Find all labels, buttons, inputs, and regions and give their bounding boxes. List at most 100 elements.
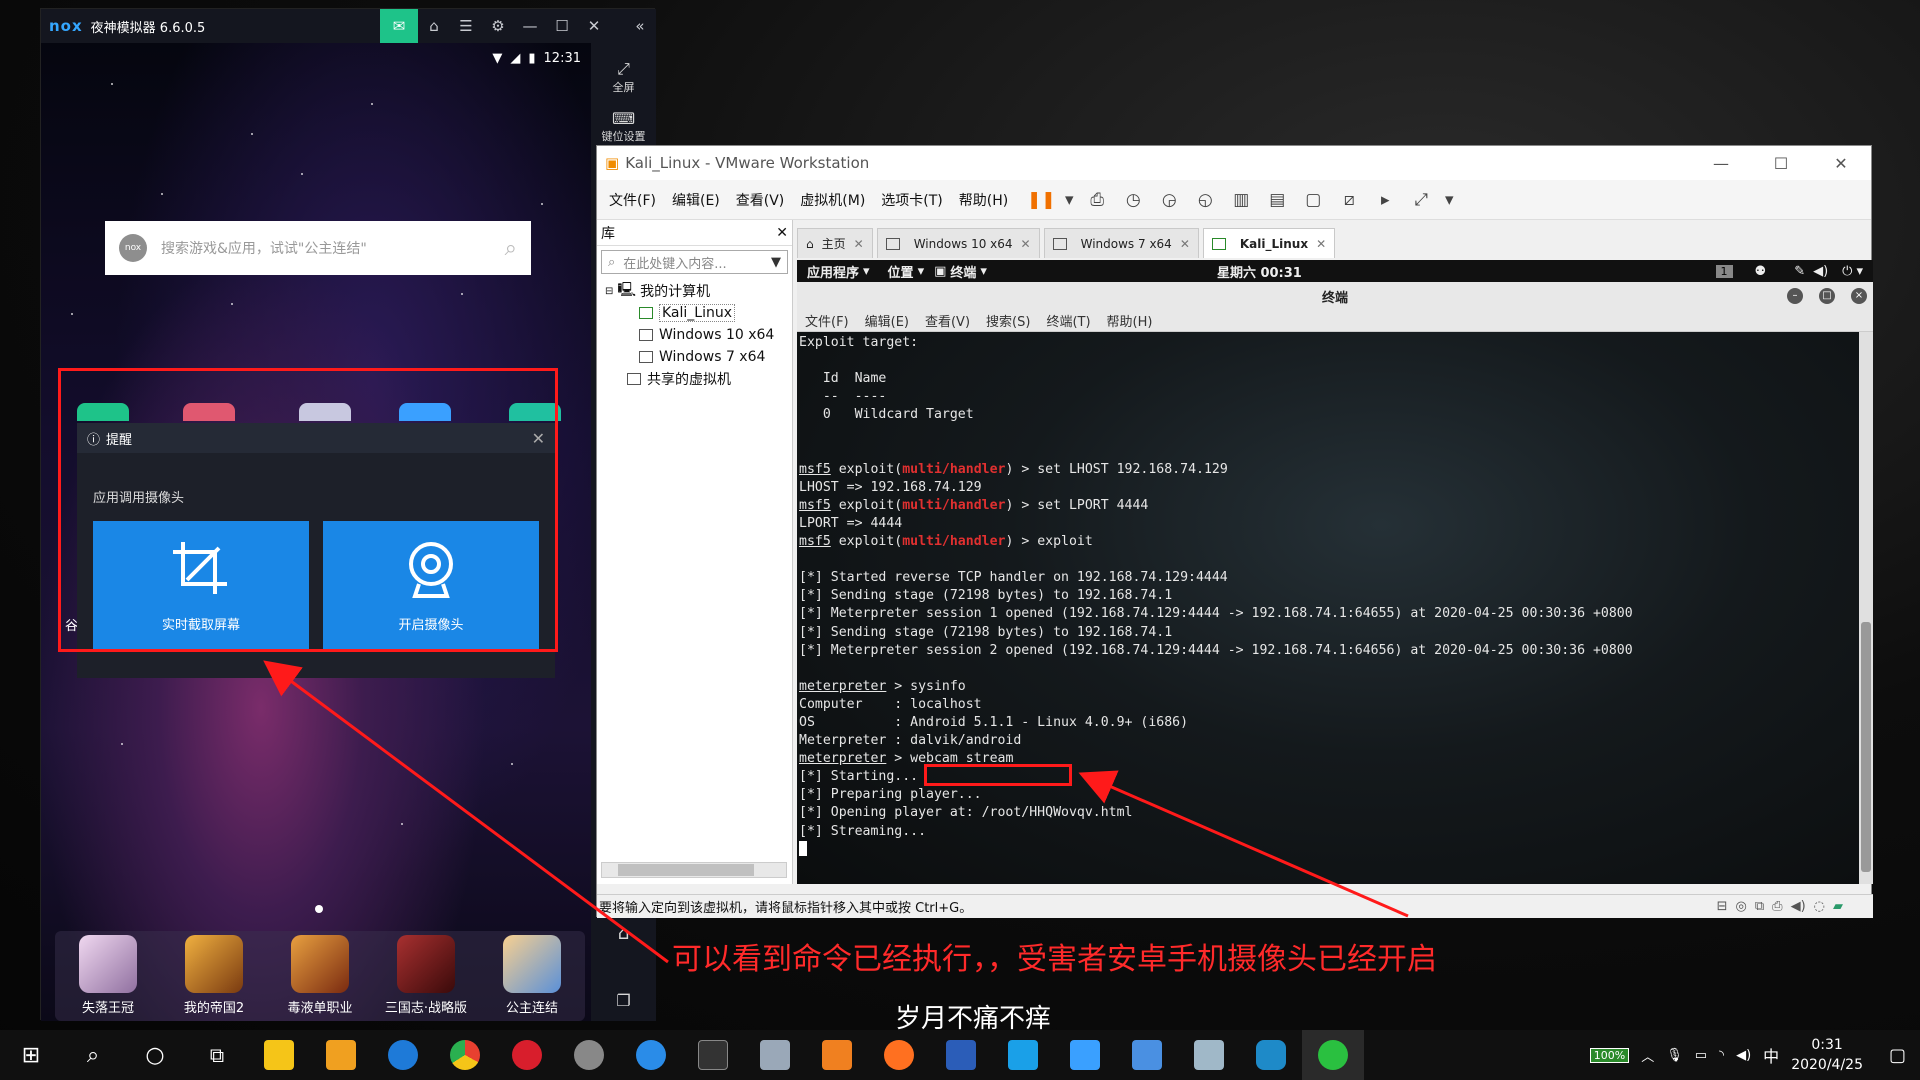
- unity-icon[interactable]: ⧄: [1334, 185, 1364, 215]
- tree-vm-kali[interactable]: Kali_Linux: [597, 302, 792, 324]
- fullscreen-icon[interactable]: ⤢: [1406, 185, 1436, 215]
- tab-kali-linux[interactable]: Kali_Linux ✕: [1202, 228, 1336, 258]
- menu-view[interactable]: 查看(V): [728, 190, 793, 210]
- tree-vm-win10[interactable]: Windows 10 x64: [597, 324, 792, 346]
- collapse-sidebar-icon[interactable]: «: [624, 9, 656, 43]
- applications-menu[interactable]: 应用程序: [807, 262, 859, 281]
- app-search-bar[interactable]: nox 搜索游戏&应用，试试"公主连结" ⌕: [105, 221, 531, 275]
- chevron-up-icon[interactable]: ︿: [1641, 1046, 1654, 1065]
- mail-icon[interactable]: ✉: [380, 9, 418, 43]
- start-button[interactable]: ⊞: [0, 1030, 62, 1080]
- minimize-icon[interactable]: –: [1787, 288, 1803, 304]
- pause-icon[interactable]: ❚❚: [1026, 185, 1056, 215]
- menu-edit[interactable]: 编辑(E): [664, 190, 728, 210]
- shirt-icon[interactable]: ⌂: [418, 9, 450, 43]
- sound-icon[interactable]: ◀): [1791, 899, 1806, 914]
- console-icon[interactable]: ▸: [1370, 185, 1400, 215]
- tree-shared-vms[interactable]: 共享的虚拟机: [597, 368, 792, 390]
- edge-icon[interactable]: [372, 1030, 434, 1080]
- terminal-output[interactable]: Exploit target: Id Name -- ---- 0 Wildca…: [797, 332, 1859, 884]
- places-menu[interactable]: 位置: [888, 262, 914, 281]
- usb-icon[interactable]: ◌: [1814, 899, 1825, 914]
- gnome-clock[interactable]: 星期六 00:31: [1217, 262, 1302, 281]
- close-icon[interactable]: ×: [1851, 288, 1867, 304]
- thumbnail-icon[interactable]: ▤: [1262, 185, 1292, 215]
- maximize-icon[interactable]: □: [1819, 288, 1835, 304]
- fullscreen-button[interactable]: ⤢ 全屏: [591, 59, 656, 95]
- file-explorer-icon[interactable]: [248, 1030, 310, 1080]
- maximize-icon[interactable]: ☐: [546, 9, 578, 43]
- dock-app[interactable]: 失落王冠: [58, 935, 158, 1016]
- tab-windows10[interactable]: Windows 10 x64 ✕: [876, 228, 1040, 258]
- dock-app[interactable]: 公主连结: [482, 935, 582, 1016]
- dropdown-icon[interactable]: ▾: [1442, 185, 1456, 215]
- library-toggle-icon[interactable]: ▥: [1226, 185, 1256, 215]
- tab-home[interactable]: ⌂ 主页 ✕: [797, 228, 873, 258]
- library-search-input[interactable]: ⌕ 在此处键入内容... ▼: [601, 250, 788, 274]
- battery-icon[interactable]: 100%: [1589, 1047, 1630, 1063]
- battery-status-icon[interactable]: ▭: [1695, 1048, 1707, 1063]
- send-keys-icon[interactable]: ⎙: [1082, 185, 1112, 215]
- firefox-icon[interactable]: [868, 1030, 930, 1080]
- tree-vm-win7[interactable]: Windows 7 x64: [597, 346, 792, 368]
- nox-taskbar-icon[interactable]: [1240, 1030, 1302, 1080]
- terminal-scrollbar[interactable]: [1859, 332, 1873, 884]
- sublime-text-icon[interactable]: [310, 1030, 372, 1080]
- microphone-icon[interactable]: 🎙: [1666, 1048, 1683, 1063]
- terminal-menu-help[interactable]: 帮助(H): [1107, 311, 1153, 330]
- dock-app[interactable]: 三国志·战略版: [376, 935, 476, 1016]
- fit-guest-icon[interactable]: ▢: [1298, 185, 1328, 215]
- netease-music-icon[interactable]: [496, 1030, 558, 1080]
- printer-icon[interactable]: ⎙: [1772, 899, 1782, 914]
- collapse-icon[interactable]: ⊟: [605, 286, 613, 297]
- search-input[interactable]: 搜索游戏&应用，试试"公主连结": [161, 238, 505, 258]
- menu-tabs[interactable]: 选项卡(T): [873, 190, 950, 210]
- terminal-menu-file[interactable]: 文件(F): [805, 311, 849, 330]
- dock-app[interactable]: 毒液单职业: [270, 935, 370, 1016]
- minimize-icon[interactable]: —: [514, 9, 546, 43]
- tab-close-icon[interactable]: ✕: [1180, 237, 1190, 251]
- terminal-menu-terminal[interactable]: 终端(T): [1046, 311, 1090, 330]
- terminal-app-menu[interactable]: 终端: [950, 262, 976, 281]
- dock-app[interactable]: 我的帝国2: [164, 935, 264, 1016]
- cd-icon[interactable]: ◎: [1736, 899, 1747, 914]
- home-button[interactable]: ⌂: [591, 923, 656, 944]
- word-icon[interactable]: [930, 1030, 992, 1080]
- burp-icon[interactable]: [806, 1030, 868, 1080]
- snapshot-icon[interactable]: ◷: [1118, 185, 1148, 215]
- library-close-icon[interactable]: ✕: [776, 225, 788, 241]
- app-icon[interactable]: [992, 1030, 1054, 1080]
- tab-windows7[interactable]: Windows 7 x64 ✕: [1043, 228, 1199, 258]
- notification-icon[interactable]: ▢: [1889, 1045, 1906, 1066]
- search-icon[interactable]: ⌕: [505, 236, 517, 261]
- menu-file[interactable]: 文件(F): [601, 190, 664, 210]
- snapshot-manager-icon[interactable]: ◵: [1190, 185, 1220, 215]
- recent-apps-button[interactable]: ❐: [591, 991, 656, 1010]
- tree-my-computer[interactable]: ⊟ 🖳 我的计算机: [597, 280, 792, 302]
- app-icon[interactable]: [1178, 1030, 1240, 1080]
- close-icon[interactable]: ✕: [1811, 154, 1871, 173]
- revert-snapshot-icon[interactable]: ◶: [1154, 185, 1184, 215]
- keymap-button[interactable]: ⌨ 键位设置: [591, 109, 656, 144]
- cortana-icon[interactable]: ○: [124, 1030, 186, 1080]
- wechat-icon[interactable]: [1302, 1030, 1364, 1080]
- tab-close-icon[interactable]: ✕: [854, 237, 864, 251]
- volume-icon[interactable]: ◀): [1736, 1048, 1751, 1063]
- terminal-icon[interactable]: [682, 1030, 744, 1080]
- chevron-down-icon[interactable]: ▼: [771, 255, 781, 270]
- notepad-icon[interactable]: [744, 1030, 806, 1080]
- terminal-menu-search[interactable]: 搜索(S): [986, 311, 1030, 330]
- maximize-icon[interactable]: ☐: [1751, 154, 1811, 173]
- menu-vm[interactable]: 虚拟机(M): [792, 190, 873, 210]
- task-view-icon[interactable]: ⧉: [186, 1030, 248, 1080]
- power-icon[interactable]: ⏻: [1842, 264, 1852, 279]
- tab-close-icon[interactable]: ✕: [1316, 237, 1326, 251]
- dropdown-icon[interactable]: ▾: [1062, 185, 1076, 215]
- tab-close-icon[interactable]: ✕: [1021, 237, 1031, 251]
- workspace-indicator[interactable]: 1: [1715, 264, 1733, 278]
- close-icon[interactable]: ✕: [578, 9, 610, 43]
- library-scrollbar[interactable]: [601, 862, 787, 878]
- ime-indicator[interactable]: 中: [1763, 1043, 1779, 1067]
- menu-icon[interactable]: ☰: [450, 9, 482, 43]
- message-icon[interactable]: ▰: [1833, 899, 1843, 914]
